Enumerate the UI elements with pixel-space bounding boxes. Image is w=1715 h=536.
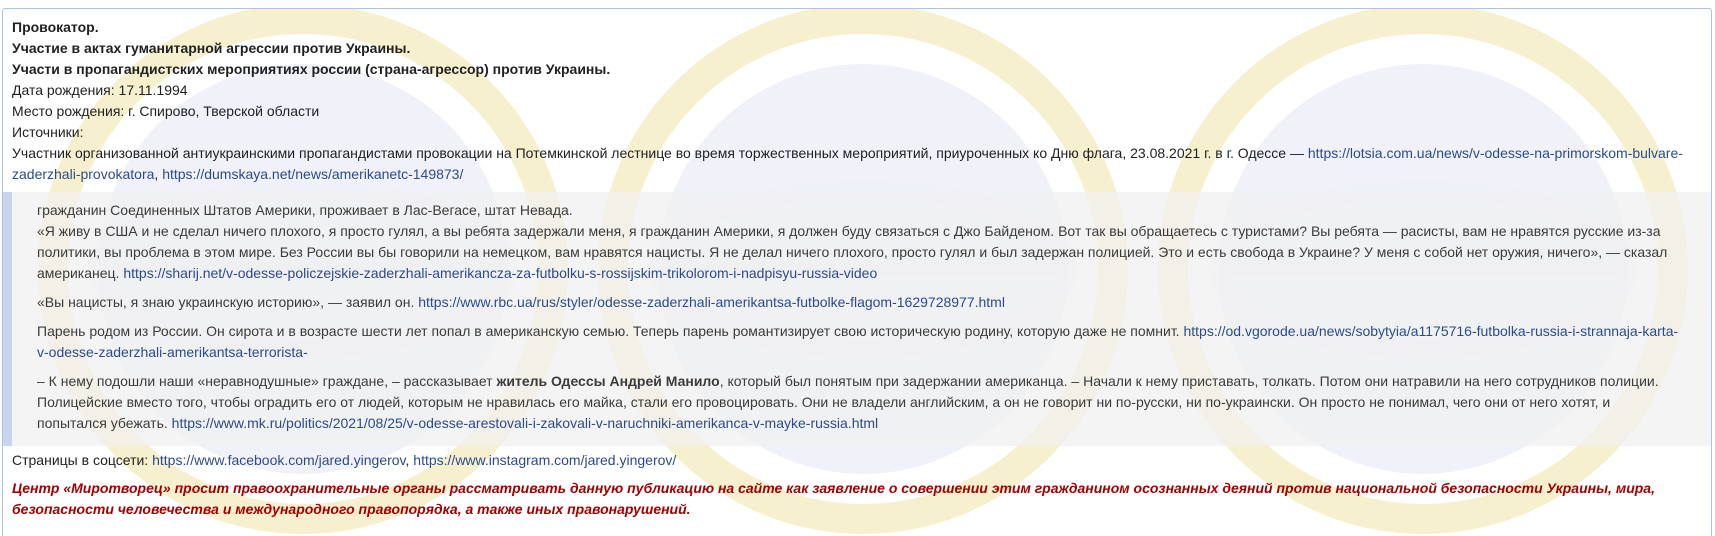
role-heading: Провокатор.: [12, 19, 99, 35]
sources-text: Участник организованной антиукраинскими …: [12, 145, 1308, 161]
sources-label: Источники:: [12, 124, 84, 140]
quote-text-2: «Вы нацисты, я знаю украинскую историю»,…: [37, 294, 419, 310]
quote-link-sharij[interactable]: https://sharij.net/v-odesse-policzejskie…: [123, 265, 877, 281]
quote-paragraph-1: гражданин Соединенных Штатов Америки, пр…: [37, 200, 1681, 284]
social-label: Страницы в соцсети:: [12, 452, 153, 468]
source-link-dumskaya[interactable]: https://dumskaya.net/news/amerikanetc-14…: [162, 166, 463, 182]
legal-warning: Центр «Миротворец» просит правоохранител…: [12, 480, 1655, 517]
facebook-link[interactable]: https://www.facebook.com/jared.yingerov: [152, 452, 405, 468]
social-pages: Страницы в соцсети: https://www.facebook…: [12, 450, 1702, 471]
quote-link-rbc[interactable]: https://www.rbc.ua/rus/styler/odesse-zad…: [418, 294, 1005, 310]
quote-witness-name: житель Одессы Андрей Манило: [496, 373, 720, 389]
quote-paragraph-3: Парень родом из России. Он сирота и в во…: [37, 321, 1681, 363]
quote-link-mk[interactable]: https://www.mk.ru/politics/2021/08/25/v-…: [172, 415, 878, 431]
article-content: Провокатор. Участие в актах гуманитарной…: [3, 9, 1711, 520]
article-frame: Провокатор. Участие в актах гуманитарной…: [2, 8, 1712, 536]
quote-text-3: Парень родом из России. Он сирота и в во…: [37, 323, 1184, 339]
quote-intro: гражданин Соединенных Штатов Америки, пр…: [37, 202, 573, 218]
activity-line-2: Участи в пропагандистских мероприятиях р…: [12, 61, 611, 77]
birth-date: Дата рождения: 17.11.1994: [12, 82, 188, 98]
instagram-link[interactable]: https://www.instagram.com/jared.yingerov…: [413, 452, 676, 468]
quote-block: гражданин Соединенных Штатов Америки, пр…: [3, 192, 1711, 446]
quote-paragraph-4: – К нему подошли наши «неравнодушные» гр…: [37, 371, 1681, 434]
birth-place: Место рождения: г. Спирово, Тверской обл…: [12, 103, 320, 119]
quote-paragraph-2: «Вы нацисты, я знаю украинскую историю»,…: [37, 292, 1681, 313]
activity-line-1: Участие в актах гуманитарной агрессии пр…: [12, 40, 411, 56]
quote-text-4-pre: – К нему подошли наши «неравнодушные» гр…: [37, 373, 497, 389]
sources-paragraph: Участник организованной антиукраинскими …: [12, 143, 1702, 185]
